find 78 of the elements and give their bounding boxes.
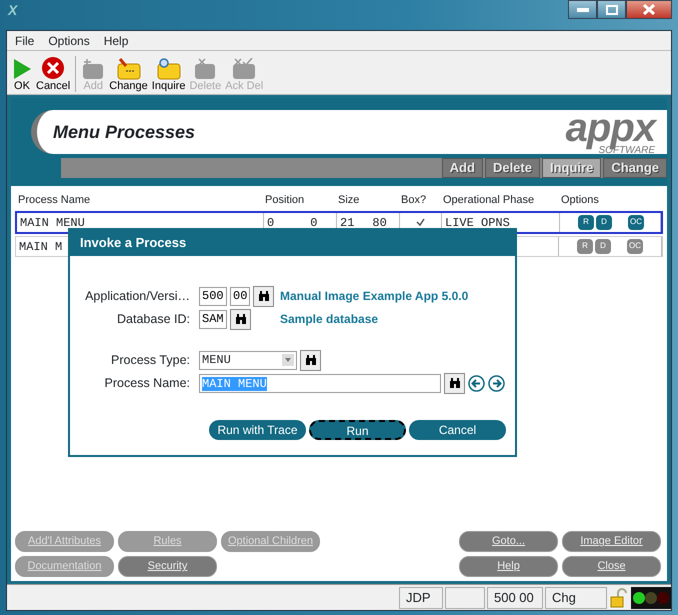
folder-pencil-icon: [116, 58, 142, 80]
column-header: Box?: [400, 193, 428, 208]
lookup-button[interactable]: [444, 372, 465, 394]
process-name-field[interactable]: MAIN MENU: [199, 374, 441, 392]
folder-cross-icon: [193, 58, 218, 80]
table-cell: MAIN M: [19, 240, 62, 254]
mode-tab[interactable]: Delete: [484, 158, 540, 178]
dialog-title: Invoke a Process: [70, 230, 515, 256]
process-type-dropdown[interactable]: MENU: [199, 350, 297, 370]
action-button[interactable]: Close: [562, 556, 661, 577]
mode-tab[interactable]: Add: [442, 158, 483, 178]
binoculars-icon: [258, 290, 270, 302]
screen-title: Menu Processes: [53, 120, 196, 144]
action-button[interactable]: Goto...: [459, 531, 558, 552]
table-cell: LIVE OPNS: [445, 216, 510, 230]
folder-magnifier-icon: [156, 58, 182, 80]
menu-item[interactable]: Help: [98, 32, 134, 50]
binoculars-icon: [304, 354, 316, 366]
field-label: Process Type:: [110, 352, 191, 369]
column-header: Size: [337, 193, 360, 208]
play-icon: [12, 58, 32, 80]
maximize-button[interactable]: [597, 0, 626, 19]
table-cell-text: 21: [340, 214, 354, 230]
maximize-icon: [606, 4, 618, 14]
field-label: Process Name:: [104, 374, 191, 392]
toolbar-button[interactable]: Inquire: [150, 58, 188, 92]
lookup-button[interactable]: [253, 286, 274, 306]
status-cell: Chg: [545, 586, 607, 608]
toolbar-button[interactable]: Change: [107, 58, 150, 92]
column-header: Operational Phase: [442, 193, 536, 208]
menu-item[interactable]: Options: [42, 32, 96, 50]
database-description: Sample database: [280, 311, 378, 328]
action-button[interactable]: Image Editor: [562, 531, 661, 552]
application-field[interactable]: 500: [199, 286, 227, 306]
padlock-icon: [610, 588, 628, 608]
minimize-button[interactable]: [568, 0, 597, 19]
traffic-light-icon: [631, 586, 671, 608]
version-field[interactable]: 00: [230, 286, 250, 306]
column-header: Position: [264, 193, 306, 208]
option-button[interactable]: R: [578, 214, 594, 230]
mode-tab[interactable]: Inquire: [542, 158, 602, 178]
dialog-button[interactable]: Cancel: [409, 420, 506, 440]
table-cell: MAIN MENU: [20, 216, 85, 230]
option-button[interactable]: OC: [628, 214, 644, 230]
lookup-button[interactable]: [230, 308, 251, 330]
table-cell-text: 80: [372, 214, 387, 230]
mode-tab[interactable]: Change: [603, 158, 667, 178]
option-button[interactable]: D: [596, 214, 612, 230]
binoculars-icon: [234, 314, 246, 324]
action-button[interactable]: Security: [118, 556, 217, 577]
empty-status-cell: [445, 586, 485, 608]
table-cell-text: 0: [310, 214, 318, 230]
field-label: Application/Versi…: [84, 288, 191, 305]
minimize-icon: [576, 8, 588, 12]
status-cell: 500 00: [487, 586, 543, 608]
option-button[interactable]: OC: [627, 238, 643, 254]
column-header: Options: [560, 193, 600, 208]
close-button[interactable]: [626, 0, 672, 19]
toolbar-button[interactable]: OK: [10, 58, 34, 92]
option-button[interactable]: D: [595, 238, 611, 254]
app-logo: X: [6, 1, 19, 20]
dialog-button[interactable]: Run with Trace: [209, 420, 306, 440]
field-label: Database ID:: [116, 310, 191, 328]
action-button[interactable]: Help: [459, 556, 558, 577]
lookup-button[interactable]: [300, 350, 321, 370]
folder-cross-check-icon: [231, 58, 258, 80]
close-icon: [642, 4, 656, 15]
column-header: Process Name: [17, 193, 92, 208]
dialog-button[interactable]: Run: [309, 420, 406, 440]
binoculars-icon: [448, 378, 460, 388]
table-cell-text: 0: [267, 214, 274, 230]
status-cell: JDP: [399, 586, 443, 608]
option-button[interactable]: R: [577, 238, 593, 254]
toolbar-button[interactable]: Cancel: [34, 56, 72, 92]
cancel-icon: [41, 56, 66, 80]
menu-item[interactable]: File: [9, 32, 40, 50]
application-description: Manual Image Example App 5.0.0: [280, 288, 468, 305]
database-field[interactable]: SAM: [199, 310, 227, 328]
